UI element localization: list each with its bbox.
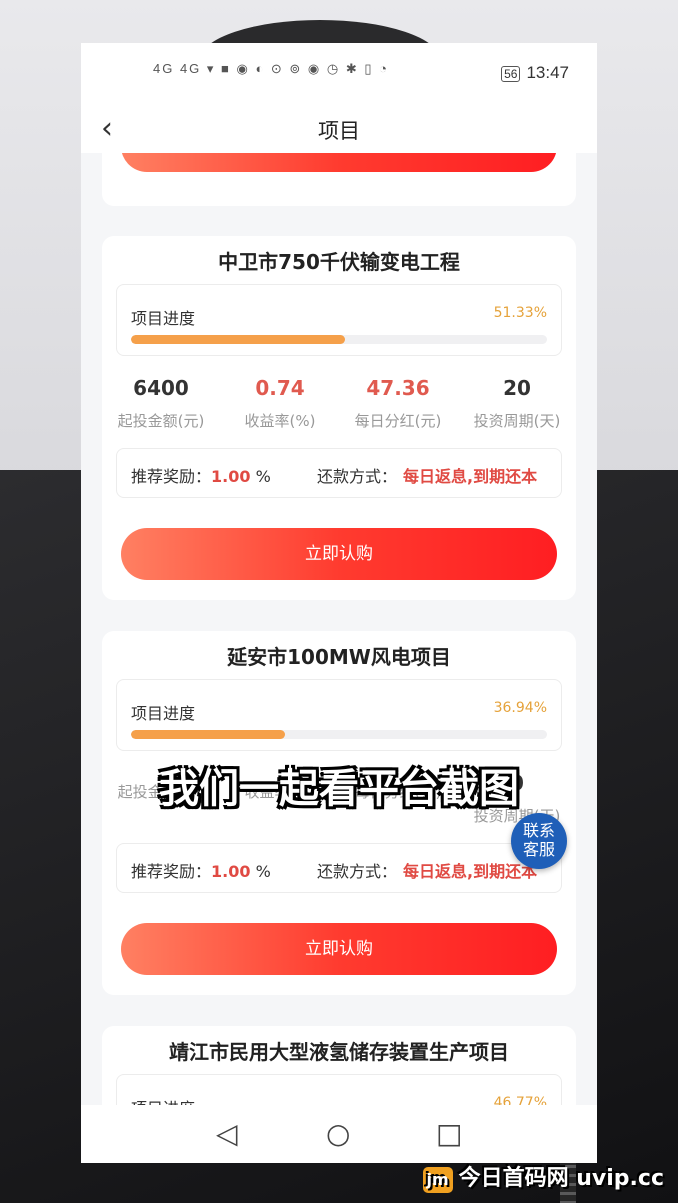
info-box: 推荐奖励：1.00 % 还款方式： 每日返息,到期还本	[116, 843, 562, 893]
project-list[interactable]: 立即认购 中卫市750千伏输变电工程 项目进度 51.33% 6400起投金额(…	[81, 153, 597, 1105]
repay-method: 还款方式： 每日返息,到期还本	[317, 862, 538, 881]
nav-recents-icon[interactable]: □	[436, 1117, 462, 1150]
customer-service-button[interactable]: 联系 客服	[511, 813, 567, 869]
status-time: 56 13:47	[501, 63, 569, 83]
watermark: jm 今日首码网 uvip.cc	[422, 1160, 664, 1193]
buy-button[interactable]: 立即认购	[121, 923, 557, 975]
referral-reward: 推荐奖励：1.00 %	[131, 467, 271, 486]
project-name: 延安市100MW风电项目	[227, 645, 451, 669]
buy-button[interactable]: 立即认购	[121, 528, 557, 580]
repay-method: 还款方式： 每日返息,到期还本	[317, 467, 538, 486]
referral-reward: 推荐奖励：1.00 %	[131, 862, 271, 881]
nav-back-icon[interactable]: ◁	[216, 1117, 238, 1150]
stats-row: 6400 起投金额(元) 0.74 收益率(%) 47.36 每日分红(元) 20 投资…	[102, 376, 576, 436]
status-icons: 4G 4G ▾ ■ ◉ ◐ ⊙ ⊚ ◉ ◷ ✱ ▯ ◔	[153, 61, 389, 76]
buy-button[interactable]: 立即认购	[121, 153, 557, 172]
progress-track	[131, 335, 547, 344]
progress-value: 46.77%	[493, 1095, 547, 1105]
battery-level: 56	[501, 66, 521, 82]
nav-home-icon[interactable]: ○	[326, 1117, 350, 1150]
info-box: 推荐奖励：1.00 % 还款方式： 每日返息,到期还本	[116, 448, 562, 498]
progress-box: 项目进度 51.33%	[116, 284, 562, 356]
app-header: ‹ 项目	[81, 103, 597, 153]
stat-yield-rate: 0.74 收益率(%)	[244, 376, 316, 430]
page-title: 项目	[318, 119, 360, 143]
status-bar: 4G 4G ▾ ■ ◉ ◐ ⊙ ⊚ ◉ ◷ ✱ ▯ ◔ 56 13:47	[81, 43, 597, 103]
project-card: 中卫市750千伏输变电工程 项目进度 51.33% 6400 起投金额(元) 0.…	[102, 236, 576, 600]
progress-value: 36.94%	[493, 700, 547, 716]
system-nav-bar: ◁ ○ □	[81, 1105, 597, 1163]
project-card: 靖江市民用大型液氢储存装置生产项目 项目进度 46.77%	[102, 1026, 576, 1105]
progress-label: 项目进度	[131, 704, 196, 723]
stat-min-investment: 6400 起投金额(元)	[117, 376, 205, 430]
progress-fill	[131, 730, 285, 739]
project-name: 靖江市民用大型液氢储存装置生产项目	[169, 1040, 509, 1064]
progress-box: 项目进度 36.94%	[116, 679, 562, 751]
progress-label: 项目进度	[131, 309, 196, 328]
stat-period: 20 投资周期(天)	[473, 376, 561, 430]
progress-label: 项目进度	[131, 1095, 195, 1105]
watermark-logo: jm	[422, 1167, 453, 1193]
stat-daily-dividend: 47.36 每日分红(元)	[354, 376, 442, 430]
progress-value: 51.33%	[493, 305, 547, 321]
video-caption: 我们一起看平台截图	[159, 766, 519, 812]
progress-fill	[131, 335, 345, 344]
project-card-previous: 立即认购	[102, 153, 576, 206]
phone-screen: 4G 4G ▾ ■ ◉ ◐ ⊙ ⊚ ◉ ◷ ✱ ▯ ◔ 56 13:47 ‹ 项目…	[81, 43, 597, 1163]
progress-track	[131, 730, 547, 739]
project-name: 中卫市750千伏输变电工程	[218, 250, 460, 274]
progress-box: 项目进度 46.77%	[116, 1074, 562, 1105]
